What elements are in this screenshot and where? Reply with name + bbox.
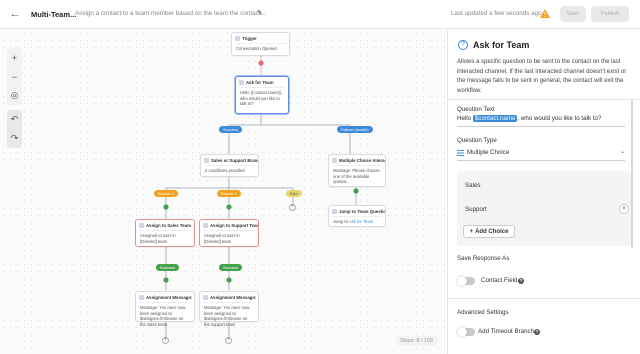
message-support-node[interactable]: Assignment Message: S... Message: You ha… [199,291,259,327]
question-suffix: , who would you like to talk to? [517,115,602,122]
timeout-branch-toggle[interactable] [457,327,475,337]
zoom-out-icon[interactable]: − [7,67,22,86]
ask-node-title: Ask for Team [236,77,288,87]
question-text-input[interactable]: Hello $contact.name, who would you like … [457,115,601,122]
ask-node-body: Hello {{contact.name}}, who would you li… [239,87,285,109]
jump-node-link[interactable]: Ask for Team [349,219,373,224]
panel-description: Allows a specific question to be sent to… [457,59,627,94]
divider [448,298,640,299]
support-node-title: Assign to Support Team [200,220,258,230]
panel-title: Ask for Team [473,40,530,50]
chevron-down-icon[interactable]: ⌄ [620,148,625,155]
assign-sales-node[interactable]: Assign to Sales Team Assigned to user in… [135,219,195,247]
remove-choice-icon[interactable]: × [619,204,629,214]
choices-list: Sales Support × + Add Choice [457,171,631,246]
list-icon [457,149,464,156]
add-step-plus-icon[interactable]: + [225,337,232,344]
branch-node-title: Sales or Support Branch [201,155,258,165]
advanced-settings-label: Advanced Settings [457,309,509,316]
step-settings-panel: ? Ask for Team Allows a specific questio… [447,30,640,354]
publish-button[interactable]: Publish [591,6,629,22]
question-text-label: Question Text [457,106,495,113]
branch-2-pill[interactable]: Branch 2 [217,190,242,197]
branch-1-pill[interactable]: Branch 1 [154,190,179,197]
question-type-underline [457,160,625,161]
trigger-node[interactable]: Trigger Conversation Opened [231,32,290,56]
branch-node-body: 2 conditions provided [204,165,255,176]
divider [448,99,640,100]
msg-sales-body: Message: You have now been assigned to $… [139,302,191,329]
top-bar: ← Multi-Team... Assign a contact to a te… [0,0,640,29]
add-step-plus-icon[interactable]: + [162,337,169,344]
question-type-select[interactable]: Multiple Choice [457,149,509,156]
msg-sales-title: Assignment Message: S... [136,292,194,302]
trigger-node-body: Conversation Opened [235,43,286,54]
save-response-label: Save Response As [457,255,510,262]
branch-node[interactable]: Sales or Support Branch 2 conditions pro… [200,154,259,177]
trigger-node-title: Trigger [232,33,289,43]
mcq-node-title: Multiple Choice Interacti... [329,155,385,165]
jump-node[interactable]: Jump to Team Question Jump to Ask for Te… [328,205,386,227]
sales-node-title: Assign to Sales Team [136,220,194,230]
panel-scrollbar[interactable] [631,100,633,248]
message-sales-node[interactable]: Assignment Message: S... Message: You ha… [135,291,195,327]
question-prefix: Hello [457,115,472,122]
zoom-in-icon[interactable]: + [7,48,22,67]
support-node-body: Assigned to user in [Deleted] team [203,230,255,246]
save-button[interactable]: Save [560,6,586,22]
redo-icon[interactable]: ↷ [7,129,22,148]
workflow-description[interactable]: Assign a contact to a team member based … [75,10,266,17]
steps-counter: Steps: 8 / 100 [396,336,437,346]
multiple-choice-node[interactable]: Multiple Choice Interacti... Message: Pl… [328,154,386,187]
ask-for-team-node[interactable]: Ask for Team Hello {{contact.name}}, who… [235,76,289,114]
undo-icon[interactable]: ↶ [7,110,22,129]
question-text-underline [457,126,625,127]
success-support-pill[interactable]: Success [219,264,243,271]
msg-support-body: Message: You have now been assigned to $… [203,302,255,329]
assign-support-node[interactable]: Assign to Support Team Assigned to user … [199,219,259,247]
else-pill[interactable]: Else [286,190,302,197]
success-sales-pill[interactable]: Success [156,264,180,271]
choice-item-sales[interactable]: Sales [465,182,480,189]
add-step-plus-icon[interactable]: + [289,204,296,211]
timeout-branch-label: Add Timeout Branch [478,328,535,335]
question-type-value: Multiple Choice [467,149,510,156]
success-pill[interactable]: Success [219,126,243,133]
workflow-title[interactable]: Multi-Team... [31,10,76,19]
jump-node-title: Jump to Team Question [329,206,385,216]
history-toolbar: ↶ ↷ [7,110,22,148]
help-icon[interactable]: ? [458,40,468,50]
info-icon[interactable]: ? [518,278,524,284]
edit-pencil-icon[interactable]: ✎ [257,9,263,17]
plus-icon: + [469,228,474,235]
warning-icon[interactable] [540,9,550,18]
contact-name-token[interactable]: $contact.name [472,115,518,122]
contact-field-toggle[interactable] [457,276,475,286]
back-arrow-icon[interactable]: ← [9,8,21,20]
failure-pill[interactable]: Failure (Invalid) [337,126,373,133]
info-icon[interactable]: ? [534,329,540,335]
add-choice-label: Add Choice [475,228,509,235]
jump-node-prefix: Jump to [333,219,348,224]
last-updated-text: Last updated a few seconds ago [451,10,542,17]
choice-item-support[interactable]: Support [465,206,487,213]
fit-view-icon[interactable]: ◎ [7,86,22,105]
mcq-node-body: Message: Please choose one of the availa… [332,165,382,187]
jump-node-body: Jump to Ask for Team [332,216,382,227]
add-choice-button[interactable]: + Add Choice [463,225,515,238]
msg-support-title: Assignment Message: S... [200,292,258,302]
workflow-canvas[interactable]: + − ◎ ↶ ↷ Trigger Conversation Opened As… [0,30,446,354]
zoom-toolbar: + − ◎ [7,48,22,105]
question-type-label: Question Type [457,137,497,144]
contact-field-label: Contact Field [481,277,518,284]
sales-node-body: Assigned to user in [Deleted] team [139,230,191,246]
